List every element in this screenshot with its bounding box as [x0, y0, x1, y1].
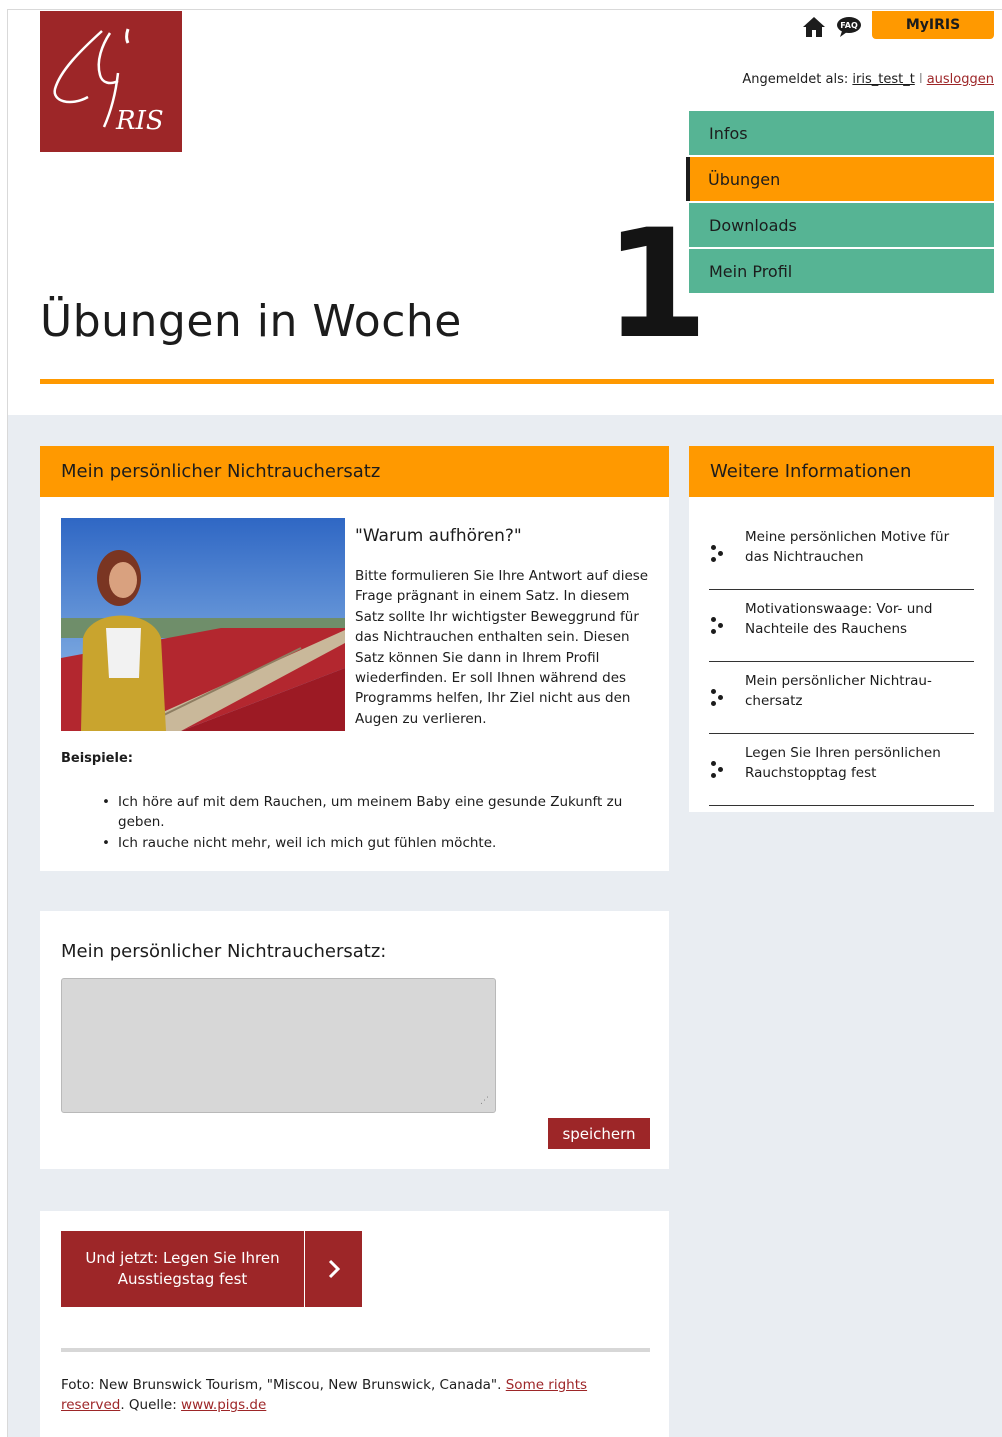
faq-icon[interactable]: FAQ	[836, 16, 861, 38]
info-link-rauchstopptag[interactable]: Legen Sie Ihren persönlichen Rauchstoppt…	[709, 734, 974, 806]
woman-boardwalk-photo	[61, 518, 345, 731]
divider	[61, 1348, 650, 1352]
logout-link[interactable]: ausloggen	[927, 72, 994, 87]
info-link-motive[interactable]: Meine persönlichen Motive für das Nichtr…	[709, 518, 974, 590]
separator: l	[918, 72, 923, 87]
sentence-form-title: Mein persönlicher Nichtrauchersatz:	[61, 941, 387, 962]
further-info-heading: Weitere Informationen	[689, 446, 994, 497]
myiris-button[interactable]: MyIRIS	[872, 11, 994, 39]
iris-logo[interactable]: RIS	[40, 11, 182, 152]
page-title: Übungen in Woche	[40, 296, 462, 347]
next-step-label: Und jetzt: Legen Sie Ihren Ausstiegstag …	[61, 1231, 305, 1307]
sentence-textarea[interactable]	[61, 978, 496, 1113]
header-divider	[40, 379, 994, 384]
nav-item-downloads[interactable]: Downloads	[689, 203, 994, 247]
credits-prefix: Foto: New Brunswick Tourism, "Miscou, Ne…	[61, 1377, 506, 1393]
question-description: Bitte formulieren Sie Ihre Antwort auf d…	[355, 568, 649, 727]
exercise-card: Mein persönlicher Nichtrauchersatz "Waru…	[40, 446, 669, 871]
source-link[interactable]: www.pigs.de	[181, 1397, 266, 1413]
week-number: 1	[604, 198, 709, 372]
logo-mark: RIS	[53, 28, 164, 136]
save-button[interactable]: speichern	[548, 1118, 650, 1149]
examples-list: Ich höre auf mit dem Rauchen, um meinem …	[98, 792, 638, 854]
info-link-label: Motivationswaage: Vor- und Nachteile des…	[745, 600, 933, 637]
three-dots-icon	[709, 755, 745, 785]
top-icon-bar: FAQ	[802, 13, 861, 41]
logged-in-label: Angemeldet als:	[742, 72, 849, 87]
list-item: Ich rauche nicht mehr, weil ich mich gut…	[98, 833, 638, 854]
three-dots-icon	[709, 539, 745, 569]
exercise-card-heading: Mein persönlicher Nichtrauchersatz	[40, 446, 669, 497]
question-title: "Warum aufhören?"	[355, 526, 522, 546]
source-label: . Quelle:	[120, 1397, 182, 1414]
logo-text: RIS	[115, 106, 164, 136]
login-status: Angemeldet als: iris_test_t l ausloggen	[742, 72, 994, 87]
three-dots-icon	[709, 683, 745, 713]
nav-item-infos[interactable]: Infos	[689, 111, 994, 155]
next-step-card: Und jetzt: Legen Sie Ihren Ausstiegstag …	[40, 1211, 669, 1437]
three-dots-icon	[709, 611, 745, 641]
nav-item-uebungen[interactable]: Übungen	[686, 157, 994, 201]
page-frame: RIS FAQ MyIRIS Angemeldet als: iris_test…	[7, 9, 1002, 1437]
list-item: Ich höre auf mit dem Rauchen, um meinem …	[98, 792, 638, 833]
nav-item-mein-profil[interactable]: Mein Profil	[689, 249, 994, 293]
home-icon[interactable]	[802, 16, 826, 38]
info-link-motivationswaage[interactable]: Motivationswaage: Vor- und Nachteile des…	[709, 590, 974, 662]
svg-text:FAQ: FAQ	[840, 21, 858, 30]
username-link[interactable]: iris_test_t	[852, 72, 914, 87]
photo-credits: Foto: New Brunswick Tourism, "Miscou, Ne…	[61, 1375, 650, 1416]
info-link-label: Legen Sie Ihren persönlichen Rauchstoppt…	[745, 744, 941, 781]
sentence-form-card: Mein persönlicher Nichtrauchersatz: ⋰ sp…	[40, 911, 669, 1169]
further-info-card: Weitere Informationen Meine persönlichen…	[689, 446, 994, 812]
info-link-label: Meine persönlichen Motive für das Nichtr…	[745, 528, 950, 565]
chevron-right-icon	[305, 1231, 362, 1307]
info-link-nichtrauchersatz[interactable]: Mein persönlicher Nichtrau­chersatz	[709, 662, 974, 734]
examples-label: Beispiele:	[61, 751, 133, 766]
next-step-button[interactable]: Und jetzt: Legen Sie Ihren Ausstiegstag …	[61, 1231, 362, 1307]
main-nav: Infos Übungen Downloads Mein Profil	[686, 111, 994, 295]
header: RIS FAQ MyIRIS Angemeldet als: iris_test…	[8, 10, 1002, 415]
further-info-list: Meine persönlichen Motive für das Nichtr…	[709, 518, 974, 806]
info-link-label: Mein persönlicher Nichtrau­chersatz	[745, 672, 932, 709]
